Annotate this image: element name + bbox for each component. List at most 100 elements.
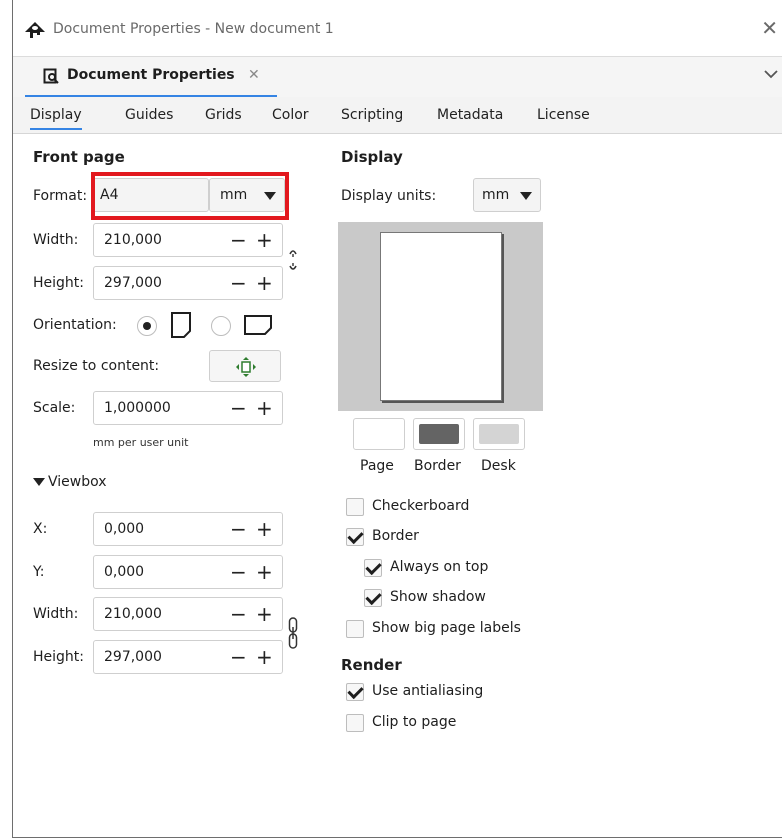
window-title: Document Properties - New document 1	[53, 21, 334, 37]
always-on-top-label[interactable]: Always on top	[390, 559, 488, 575]
width-spinbox[interactable]: 210,000 − +	[93, 223, 283, 257]
desk-color-fill	[479, 424, 519, 444]
display-heading: Display	[341, 148, 403, 166]
fit-page-icon	[236, 357, 256, 377]
viewbox-width-label: Width:	[33, 606, 79, 622]
title-bar: Document Properties - New document 1 ✕	[13, 0, 782, 56]
checkerboard-checkbox[interactable]	[346, 498, 364, 516]
border-swatch-label: Border	[414, 458, 461, 474]
resize-to-content-button[interactable]	[209, 350, 281, 382]
increment-icon[interactable]: +	[256, 604, 273, 624]
antialiasing-label[interactable]: Use antialiasing	[372, 683, 483, 699]
display-units-label: Display units:	[341, 188, 437, 204]
border-checkbox[interactable]	[346, 528, 364, 546]
tab-grids[interactable]: Grids	[205, 107, 242, 123]
viewbox-width-spinbox[interactable]: 210,000 − +	[93, 597, 283, 631]
tab-metadata[interactable]: Metadata	[437, 107, 503, 123]
page-color-fill	[359, 424, 399, 444]
increment-icon[interactable]: +	[256, 647, 273, 667]
increment-icon[interactable]: +	[256, 562, 273, 582]
scale-hint: mm per user unit	[93, 436, 189, 449]
display-tab-panel: Front page Format: A4 mm Width: 210,000 …	[13, 134, 782, 837]
viewbox-heading[interactable]: Viewbox	[48, 474, 107, 490]
tab-scripting[interactable]: Scripting	[341, 107, 403, 123]
landscape-page-icon	[244, 315, 272, 335]
tab-guides[interactable]: Guides	[125, 107, 173, 123]
decrement-icon[interactable]: −	[230, 562, 247, 582]
viewbox-y-spinbox[interactable]: 0,000 − +	[93, 555, 283, 589]
tab-color[interactable]: Color	[272, 107, 309, 123]
orientation-label: Orientation:	[33, 317, 117, 333]
tab-display[interactable]: Display	[30, 107, 82, 130]
border-color-fill	[419, 424, 459, 444]
close-window-icon[interactable]: ✕	[761, 16, 778, 40]
desk-swatch-label: Desk	[481, 458, 516, 474]
decrement-icon[interactable]: −	[230, 398, 247, 418]
antialiasing-checkbox[interactable]	[346, 683, 364, 701]
big-page-labels-label[interactable]: Show big page labels	[372, 620, 521, 636]
page-color-swatch[interactable]	[353, 418, 405, 450]
show-shadow-checkbox[interactable]	[364, 589, 382, 607]
border-label[interactable]: Border	[372, 528, 419, 544]
decrement-icon[interactable]: −	[230, 604, 247, 624]
scale-spinbox[interactable]: 1,000000 − +	[93, 391, 283, 425]
display-units-dropdown[interactable]: mm	[473, 178, 541, 212]
render-heading: Render	[341, 656, 402, 674]
increment-icon[interactable]: +	[256, 273, 273, 293]
display-units-value: mm	[482, 187, 510, 203]
height-value: 297,000	[104, 275, 162, 291]
viewbox-height-label: Height:	[33, 649, 84, 665]
tab-license[interactable]: License	[537, 107, 590, 123]
height-label: Height:	[33, 275, 84, 291]
page-preview	[338, 222, 543, 411]
viewbox-x-label: X:	[33, 521, 48, 537]
height-spinbox[interactable]: 297,000 − +	[93, 266, 283, 300]
viewbox-x-value: 0,000	[104, 521, 145, 537]
page-swatch-label: Page	[360, 458, 394, 474]
width-label: Width:	[33, 232, 79, 248]
scale-label: Scale:	[33, 400, 76, 416]
decrement-icon[interactable]: −	[230, 519, 247, 539]
preview-page	[380, 232, 502, 401]
inkscape-icon	[25, 22, 45, 38]
viewbox-x-spinbox[interactable]: 0,000 − +	[93, 512, 283, 546]
desk-color-swatch[interactable]	[473, 418, 525, 450]
dock-tab-label: Document Properties	[67, 67, 235, 83]
show-shadow-label[interactable]: Show shadow	[390, 589, 486, 605]
chevron-down-icon[interactable]	[764, 67, 778, 81]
scale-value: 1,000000	[104, 400, 171, 416]
checkerboard-label[interactable]: Checkerboard	[372, 498, 469, 514]
decrement-icon[interactable]: −	[230, 230, 247, 250]
viewbox-height-spinbox[interactable]: 297,000 − +	[93, 640, 283, 674]
highlight-box	[91, 172, 289, 220]
document-properties-icon	[43, 68, 59, 84]
increment-icon[interactable]: +	[256, 230, 273, 250]
increment-icon[interactable]: +	[256, 519, 273, 539]
big-page-labels-checkbox[interactable]	[346, 620, 364, 638]
close-tab-icon[interactable]: ✕	[248, 67, 260, 83]
increment-icon[interactable]: +	[256, 398, 273, 418]
resize-to-content-label: Resize to content:	[33, 358, 160, 374]
decrement-icon[interactable]: −	[230, 273, 247, 293]
expander-arrow-icon[interactable]	[33, 478, 45, 486]
dialog-window: Document Properties - New document 1 ✕ D…	[12, 0, 782, 838]
viewbox-height-value: 297,000	[104, 649, 162, 665]
portrait-radio[interactable]	[137, 316, 157, 336]
viewbox-width-value: 210,000	[104, 606, 162, 622]
document-properties-tab[interactable]: Document Properties ✕	[25, 57, 277, 98]
border-color-swatch[interactable]	[413, 418, 465, 450]
always-on-top-checkbox[interactable]	[364, 559, 382, 577]
clip-to-page-checkbox[interactable]	[346, 714, 364, 732]
landscape-radio[interactable]	[211, 316, 231, 336]
dropdown-arrow-icon	[520, 192, 532, 200]
format-label: Format:	[33, 188, 88, 204]
portrait-page-icon	[171, 312, 191, 338]
chain-linked-icon[interactable]	[287, 616, 299, 650]
clip-to-page-label[interactable]: Clip to page	[372, 714, 456, 730]
chain-unlinked-icon[interactable]	[287, 242, 299, 278]
width-value: 210,000	[104, 232, 162, 248]
front-page-heading: Front page	[33, 148, 125, 166]
viewbox-y-label: Y:	[33, 564, 45, 580]
viewbox-y-value: 0,000	[104, 564, 145, 580]
decrement-icon[interactable]: −	[230, 647, 247, 667]
